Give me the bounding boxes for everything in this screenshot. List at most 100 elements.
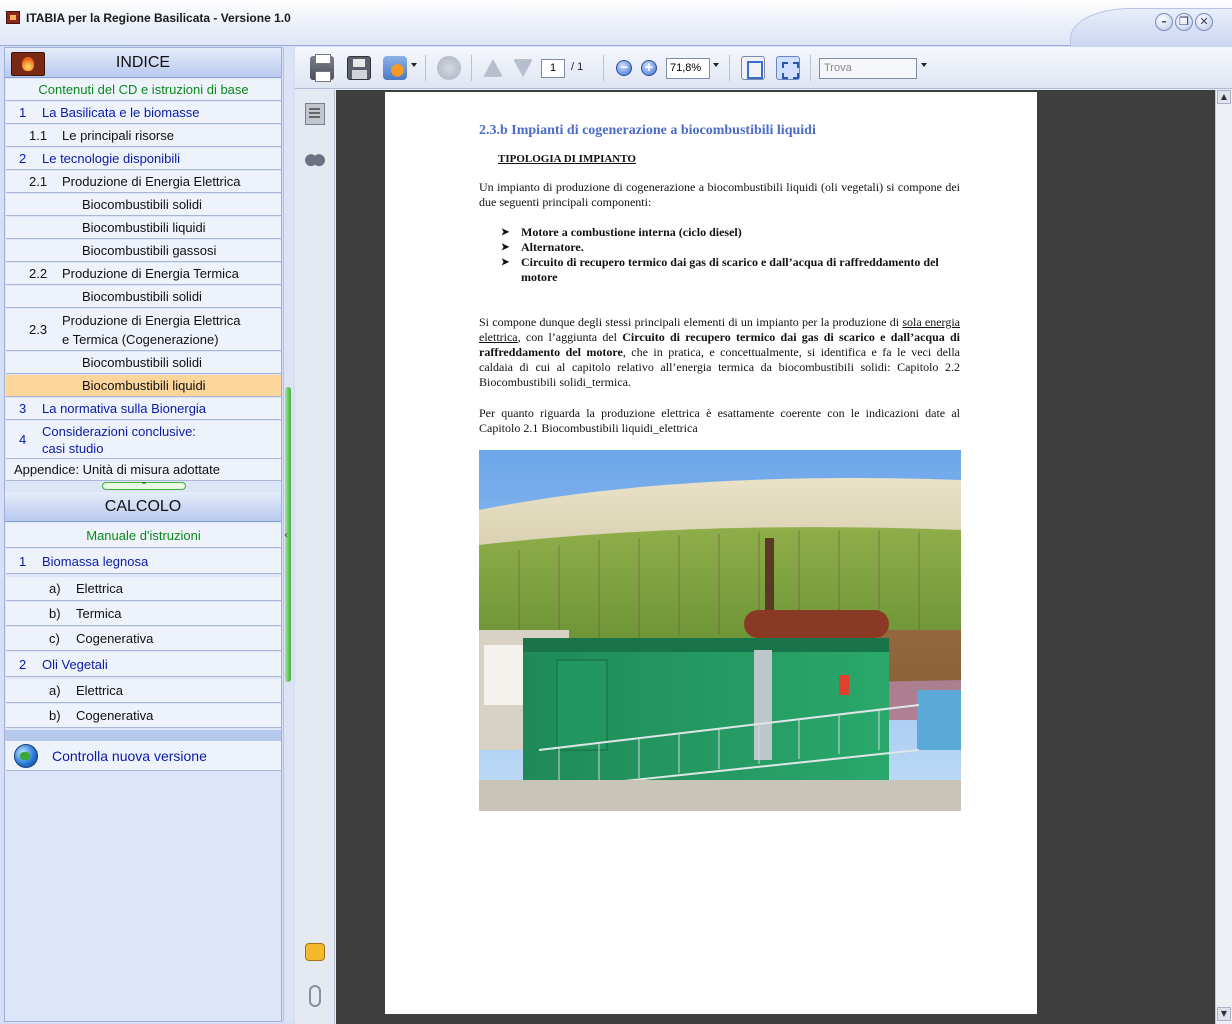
calcolo-item-number: 2 bbox=[19, 657, 27, 672]
window-title: ITABIA per la Regione Basilicata - Versi… bbox=[26, 11, 291, 25]
cogeneration-plant-photo bbox=[479, 450, 961, 811]
splitter-collapse-arrow[interactable]: ‹ bbox=[284, 530, 288, 541]
sidebar-item-energia-elettrica[interactable]: 2.1 Produzione di Energia Elettrica bbox=[6, 171, 281, 193]
calcolo-item-number: c) bbox=[49, 631, 60, 646]
indice-header[interactable]: INDICE bbox=[5, 48, 281, 78]
calcolo-item-biomassa-elettrica[interactable]: a) Elettrica bbox=[6, 577, 281, 601]
sidebar-item-label: Contenuti del CD e istruzioni di base bbox=[38, 82, 249, 97]
viewer-side-nav bbox=[295, 90, 335, 1024]
sidebar-item-label: Biocombustibili solidi bbox=[82, 355, 202, 370]
paragraph-text: , con l’aggiunta del bbox=[517, 330, 623, 344]
calcolo-item-label: Termica bbox=[76, 606, 122, 621]
sidebar-item-number: 1.1 bbox=[29, 128, 48, 143]
sidebar-item-label: Biocombustibili solidi bbox=[82, 289, 202, 304]
scroll-down-icon[interactable]: ▼ bbox=[1217, 1007, 1231, 1021]
zoom-level-input[interactable]: 71,8% bbox=[666, 58, 710, 79]
calcolo-item-biomassa[interactable]: 1 Biomassa legnosa bbox=[6, 549, 281, 574]
sign-icon[interactable] bbox=[437, 56, 461, 80]
save-icon[interactable] bbox=[347, 56, 371, 80]
calcolo-item-manuale[interactable]: Manuale d'istruzioni bbox=[6, 523, 281, 548]
zoom-out-icon[interactable]: − bbox=[616, 60, 632, 76]
sidebar-item-number: 4 bbox=[19, 432, 27, 447]
sidebar-item-elettrica-gassosi[interactable]: Biocombustibili gassosi bbox=[6, 240, 281, 262]
sidebar-item-cogenerazione[interactable]: 2.3 Produzione di Energia Elettrica e Te… bbox=[6, 309, 281, 351]
sidebar-item-normativa[interactable]: 3 La normativa sulla Bionergia bbox=[6, 398, 281, 420]
sidebar-item-label: La normativa sulla Bionergia bbox=[42, 401, 207, 416]
sidebar-item-basilicata[interactable]: 1 La Basilicata e le biomasse bbox=[6, 102, 281, 124]
restore-button[interactable]: ❐ bbox=[1175, 13, 1193, 31]
sidebar-item-elettrica-liquidi[interactable]: Biocombustibili liquidi bbox=[6, 217, 281, 239]
vertical-scrollbar[interactable]: ▲ ▼ bbox=[1215, 90, 1232, 1024]
calcolo-item-oli-vegetali[interactable]: 2 Oli Vegetali bbox=[6, 652, 281, 677]
printer-icon[interactable] bbox=[310, 54, 334, 82]
sidebar-item-cogen-liquidi[interactable]: Biocombustibili liquidi bbox=[6, 375, 281, 397]
calcolo-item-label: Cogenerativa bbox=[76, 631, 154, 646]
sidebar-item-number: 1 bbox=[19, 105, 27, 120]
toolbar-separator bbox=[810, 55, 811, 81]
check-update-button[interactable]: Controlla nuova versione bbox=[6, 741, 281, 771]
sidebar-item-termica-solidi[interactable]: Biocombustibili solidi bbox=[6, 286, 281, 308]
sidebar-item-energia-termica[interactable]: 2.2 Produzione di Energia Termica bbox=[6, 263, 281, 285]
calcolo-item-label: Manuale d'istruzioni bbox=[86, 528, 201, 543]
calcolo-item-oli-cogenerativa[interactable]: b) Cogenerativa bbox=[6, 704, 281, 728]
minimize-button[interactable]: – bbox=[1155, 13, 1173, 31]
sidebar-item-elettrica-solidi[interactable]: Biocombustibili solidi bbox=[6, 194, 281, 216]
binoculars-icon[interactable] bbox=[305, 147, 325, 169]
calcolo-item-oli-elettrica[interactable]: a) Elettrica bbox=[6, 679, 281, 703]
fit-page-icon[interactable] bbox=[741, 56, 765, 80]
calcolo-item-number: a) bbox=[49, 683, 61, 698]
sidebar-item-number: 2.2 bbox=[29, 266, 48, 281]
sidebar-item-label: Biocombustibili solidi bbox=[82, 197, 202, 212]
list-item: Circuito di recupero termico dai gas di … bbox=[501, 255, 961, 285]
sidebar-item-contenuti[interactable]: Contenuti del CD e istruzioni di base bbox=[6, 79, 281, 101]
sidebar-item-appendice[interactable]: Appendice: Unità di misura adottate bbox=[6, 459, 281, 481]
fit-width-icon[interactable] bbox=[776, 56, 800, 80]
collapse-index-handle[interactable]: ⌃ bbox=[102, 482, 186, 490]
zoom-in-icon[interactable]: + bbox=[641, 60, 657, 76]
calcolo-item-label: Cogenerativa bbox=[76, 708, 154, 723]
sidebar-item-tecnologie[interactable]: 2 Le tecnologie disponibili bbox=[6, 148, 281, 170]
search-dropdown-icon[interactable] bbox=[921, 63, 927, 67]
toolbar-separator bbox=[603, 55, 604, 81]
comment-icon[interactable] bbox=[305, 943, 325, 961]
check-update-label: Controlla nuova versione bbox=[52, 748, 207, 764]
panel-splitter[interactable]: ‹ bbox=[283, 47, 293, 1022]
calcolo-item-label: Oli Vegetali bbox=[42, 657, 108, 672]
sidebar: INDICE Contenuti del CD e istruzioni di … bbox=[4, 47, 282, 1022]
calcolo-footer-bar bbox=[5, 730, 281, 741]
search-input[interactable]: Trova bbox=[819, 58, 917, 79]
sidebar-item-risorse[interactable]: 1.1 Le principali risorse bbox=[6, 125, 281, 147]
sidebar-item-label: Considerazioni conclusive: bbox=[42, 424, 196, 439]
zoom-dropdown-icon[interactable] bbox=[713, 63, 719, 67]
sidebar-item-label: Le tecnologie disponibili bbox=[42, 151, 181, 166]
document-intro: Un impianto di produzione di cogenerazio… bbox=[479, 180, 960, 209]
calcolo-item-label: Biomassa legnosa bbox=[42, 554, 149, 569]
pages-icon[interactable] bbox=[305, 103, 325, 125]
attachment-icon[interactable] bbox=[309, 985, 321, 1007]
sidebar-item-label: Le principali risorse bbox=[62, 128, 174, 143]
prev-page-icon[interactable] bbox=[483, 59, 503, 77]
page-number-input[interactable]: 1 bbox=[541, 59, 565, 78]
calcolo-item-biomassa-termica[interactable]: b) Termica bbox=[6, 602, 281, 626]
share-dropdown-icon[interactable] bbox=[411, 63, 417, 67]
next-page-icon[interactable] bbox=[513, 59, 533, 77]
toolbar-separator bbox=[729, 55, 730, 81]
calcolo-item-biomassa-cogenerativa[interactable]: c) Cogenerativa bbox=[6, 627, 281, 651]
sidebar-item-label: Biocombustibili gassosi bbox=[82, 243, 217, 258]
sidebar-item-label-line2: casi studio bbox=[42, 441, 104, 456]
document-subheading: TIPOLOGIA DI IMPIANTO bbox=[498, 153, 636, 165]
share-icon[interactable] bbox=[383, 56, 407, 80]
sidebar-item-considerazioni[interactable]: 4 Considerazioni conclusive: casi studio bbox=[6, 421, 281, 459]
sidebar-item-label-line2: e Termica (Cogenerazione) bbox=[62, 332, 219, 347]
scroll-up-icon[interactable]: ▲ bbox=[1217, 90, 1231, 104]
component-list: Motore a combustione interna (ciclo dies… bbox=[501, 225, 961, 285]
plant-photo-illustration bbox=[479, 450, 961, 811]
list-item: Alternatore. bbox=[501, 240, 961, 255]
sidebar-item-number: 2 bbox=[19, 151, 27, 166]
sidebar-item-cogen-solidi[interactable]: Biocombustibili solidi bbox=[6, 352, 281, 374]
app-fireplace-icon bbox=[6, 11, 20, 24]
sidebar-item-label: Produzione di Energia Termica bbox=[62, 266, 239, 281]
close-button[interactable]: ✕ bbox=[1195, 13, 1213, 31]
calcolo-header[interactable]: CALCOLO bbox=[5, 492, 281, 522]
title-bar: ITABIA per la Regione Basilicata - Versi… bbox=[0, 0, 1232, 48]
